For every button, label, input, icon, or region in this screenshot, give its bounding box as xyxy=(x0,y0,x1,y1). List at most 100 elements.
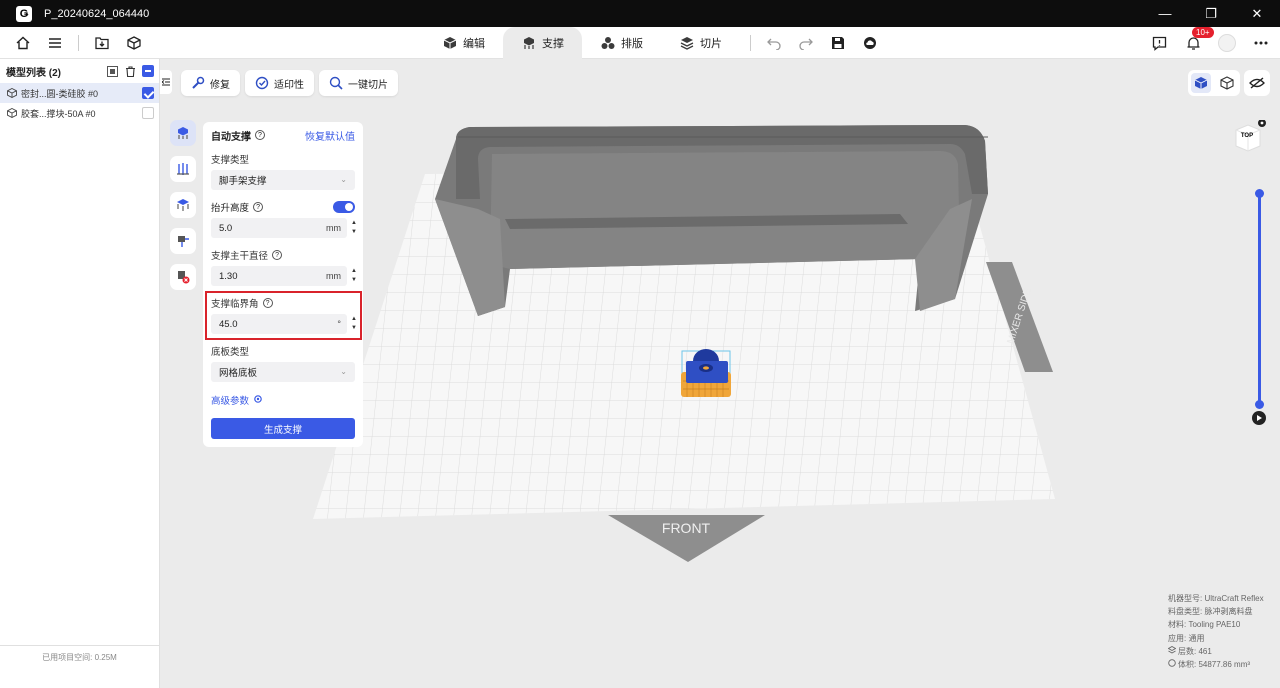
layers-info: 层数: 461 xyxy=(1178,646,1212,656)
support-edit-tool[interactable] xyxy=(170,192,196,218)
lift-height-input[interactable]: 5.0 mm ▲ ▼ xyxy=(211,218,357,238)
minimize-button[interactable]: — xyxy=(1142,0,1188,27)
help-icon[interactable]: ? xyxy=(253,202,264,212)
list-icon[interactable] xyxy=(46,34,64,52)
model-cube-icon[interactable] xyxy=(125,34,143,52)
one-click-slice-button[interactable]: 一键切片 xyxy=(319,70,398,96)
layout-icon xyxy=(600,35,616,51)
delete-icon[interactable] xyxy=(124,65,136,77)
close-button[interactable]: ✕ xyxy=(1234,0,1280,27)
tab-support[interactable]: 支撑 xyxy=(503,27,582,59)
panel-toggle-icon[interactable] xyxy=(160,70,172,94)
fit-view-icon[interactable] xyxy=(106,65,118,77)
model-list-title: 模型列表 (2) xyxy=(6,67,61,79)
trunk-diameter-label: 支撑主干直径 xyxy=(211,251,269,262)
app-logo-icon: Ǥ xyxy=(16,5,32,22)
support-edit-icon xyxy=(177,199,189,211)
trunk-diameter-stepper[interactable]: ▲ ▼ xyxy=(350,267,358,285)
printability-button[interactable]: 适印性 xyxy=(245,70,314,96)
support-params-icon xyxy=(178,236,189,247)
model-visibility-checkbox[interactable] xyxy=(142,107,154,119)
advanced-params-link[interactable]: 高级参数 xyxy=(211,388,355,412)
solid-view-icon[interactable] xyxy=(1191,73,1211,93)
machine-info: 机器型号: UltraCraft Reflex xyxy=(1168,594,1264,603)
volume-info: 体积: 54877.86 mm³ xyxy=(1178,660,1251,670)
generate-support-button[interactable]: 生成支撑 xyxy=(211,418,355,439)
tab-slice[interactable]: 切片 xyxy=(661,27,740,59)
trunk-diameter-value: 1.30 xyxy=(219,270,238,282)
list-item[interactable]: 胶套...撑块-50A #0 xyxy=(0,103,159,123)
layer-slider[interactable] xyxy=(1255,189,1264,409)
undo-icon[interactable] xyxy=(765,34,783,52)
repair-icon xyxy=(191,76,205,90)
toolbar-divider xyxy=(78,35,79,51)
home-icon[interactable] xyxy=(14,34,32,52)
auto-support-tool[interactable] xyxy=(170,120,196,146)
maximize-button[interactable]: ❐ xyxy=(1188,0,1234,27)
tab-edit-label: 编辑 xyxy=(463,38,485,50)
volume-icon xyxy=(1168,658,1176,671)
notification-bell-icon[interactable]: 10+ xyxy=(1184,27,1214,52)
manual-support-icon xyxy=(177,163,189,175)
play-icon[interactable] xyxy=(1252,411,1266,425)
reset-defaults-link[interactable]: 恢复默认值 xyxy=(305,128,355,143)
storage-usage: 已用项目空间: 0.25M xyxy=(0,645,159,667)
application-info: 应用: 通用 xyxy=(1168,633,1205,643)
support-tool-strip xyxy=(170,120,198,300)
edit-cube-icon xyxy=(442,35,458,51)
redo-icon[interactable] xyxy=(797,34,815,52)
hide-plate-icon[interactable] xyxy=(1244,70,1270,96)
more-icon[interactable] xyxy=(1252,34,1270,52)
delete-support-tool[interactable] xyxy=(170,264,196,290)
save-icon[interactable] xyxy=(829,34,847,52)
material-info: 材料: Tooling PAE10 xyxy=(1168,620,1241,630)
slice-icon xyxy=(679,35,695,51)
help-icon[interactable]: ? xyxy=(272,250,283,260)
lift-height-stepper[interactable]: ▲ ▼ xyxy=(350,219,358,237)
panel-title: 自动支撑 xyxy=(211,131,251,143)
tab-layout[interactable]: 排版 xyxy=(582,27,661,59)
collapse-all-button[interactable] xyxy=(142,65,154,77)
tab-layout-label: 排版 xyxy=(621,38,643,50)
base-type-label: 底板类型 xyxy=(211,347,250,358)
base-type-select[interactable]: 网格底板 ⌄ xyxy=(211,362,355,382)
model-cube-icon xyxy=(6,108,17,119)
tab-edit[interactable]: 编辑 xyxy=(424,27,503,59)
chevron-down-icon: ⌄ xyxy=(340,175,347,184)
model-visibility-checkbox[interactable] xyxy=(142,87,154,99)
repair-button[interactable]: 修复 xyxy=(181,70,240,96)
support-params-tool[interactable] xyxy=(170,228,196,254)
avatar[interactable] xyxy=(1218,34,1236,52)
lift-height-toggle[interactable] xyxy=(333,201,355,213)
printability-icon xyxy=(255,76,269,90)
chevron-down-icon: ⌄ xyxy=(340,367,347,376)
tab-slice-label: 切片 xyxy=(700,38,722,50)
manual-support-tool[interactable] xyxy=(170,156,196,182)
printability-label: 适印性 xyxy=(274,79,304,91)
toolbar-divider xyxy=(750,35,751,51)
lift-height-unit: mm xyxy=(326,223,341,233)
repair-label: 修复 xyxy=(210,79,230,91)
list-item[interactable]: 密封...圆-类硅胶 #0 xyxy=(0,83,159,103)
view-cube[interactable]: TOP xyxy=(1230,119,1266,156)
advanced-params-label: 高级参数 xyxy=(211,396,250,407)
trunk-diameter-unit: mm xyxy=(326,271,341,281)
layer-slider-top-handle[interactable] xyxy=(1255,189,1264,198)
cloud-icon[interactable] xyxy=(861,34,879,52)
tab-support-label: 支撑 xyxy=(542,38,564,50)
layer-slider-bottom-handle[interactable] xyxy=(1255,400,1264,409)
import-icon[interactable] xyxy=(93,34,111,52)
delete-support-icon xyxy=(178,271,190,284)
auto-support-icon xyxy=(178,127,188,139)
trunk-diameter-input[interactable]: 1.30 mm ▲ ▼ xyxy=(211,266,357,286)
wireframe-view-icon[interactable] xyxy=(1217,73,1237,93)
front-label: FRONT xyxy=(662,520,711,536)
lift-height-value: 5.0 xyxy=(219,222,233,234)
help-icon[interactable]: ? xyxy=(255,130,265,140)
support-type-label: 支撑类型 xyxy=(211,155,250,166)
feedback-icon[interactable] xyxy=(1150,34,1168,52)
support-type-select[interactable]: 脚手架支撑 ⌄ xyxy=(211,170,355,190)
model-cube-icon xyxy=(6,88,17,99)
main-toolbar: 编辑 支撑 排版 切片 10+ xyxy=(0,27,1280,59)
one-click-slice-label: 一键切片 xyxy=(348,79,388,91)
